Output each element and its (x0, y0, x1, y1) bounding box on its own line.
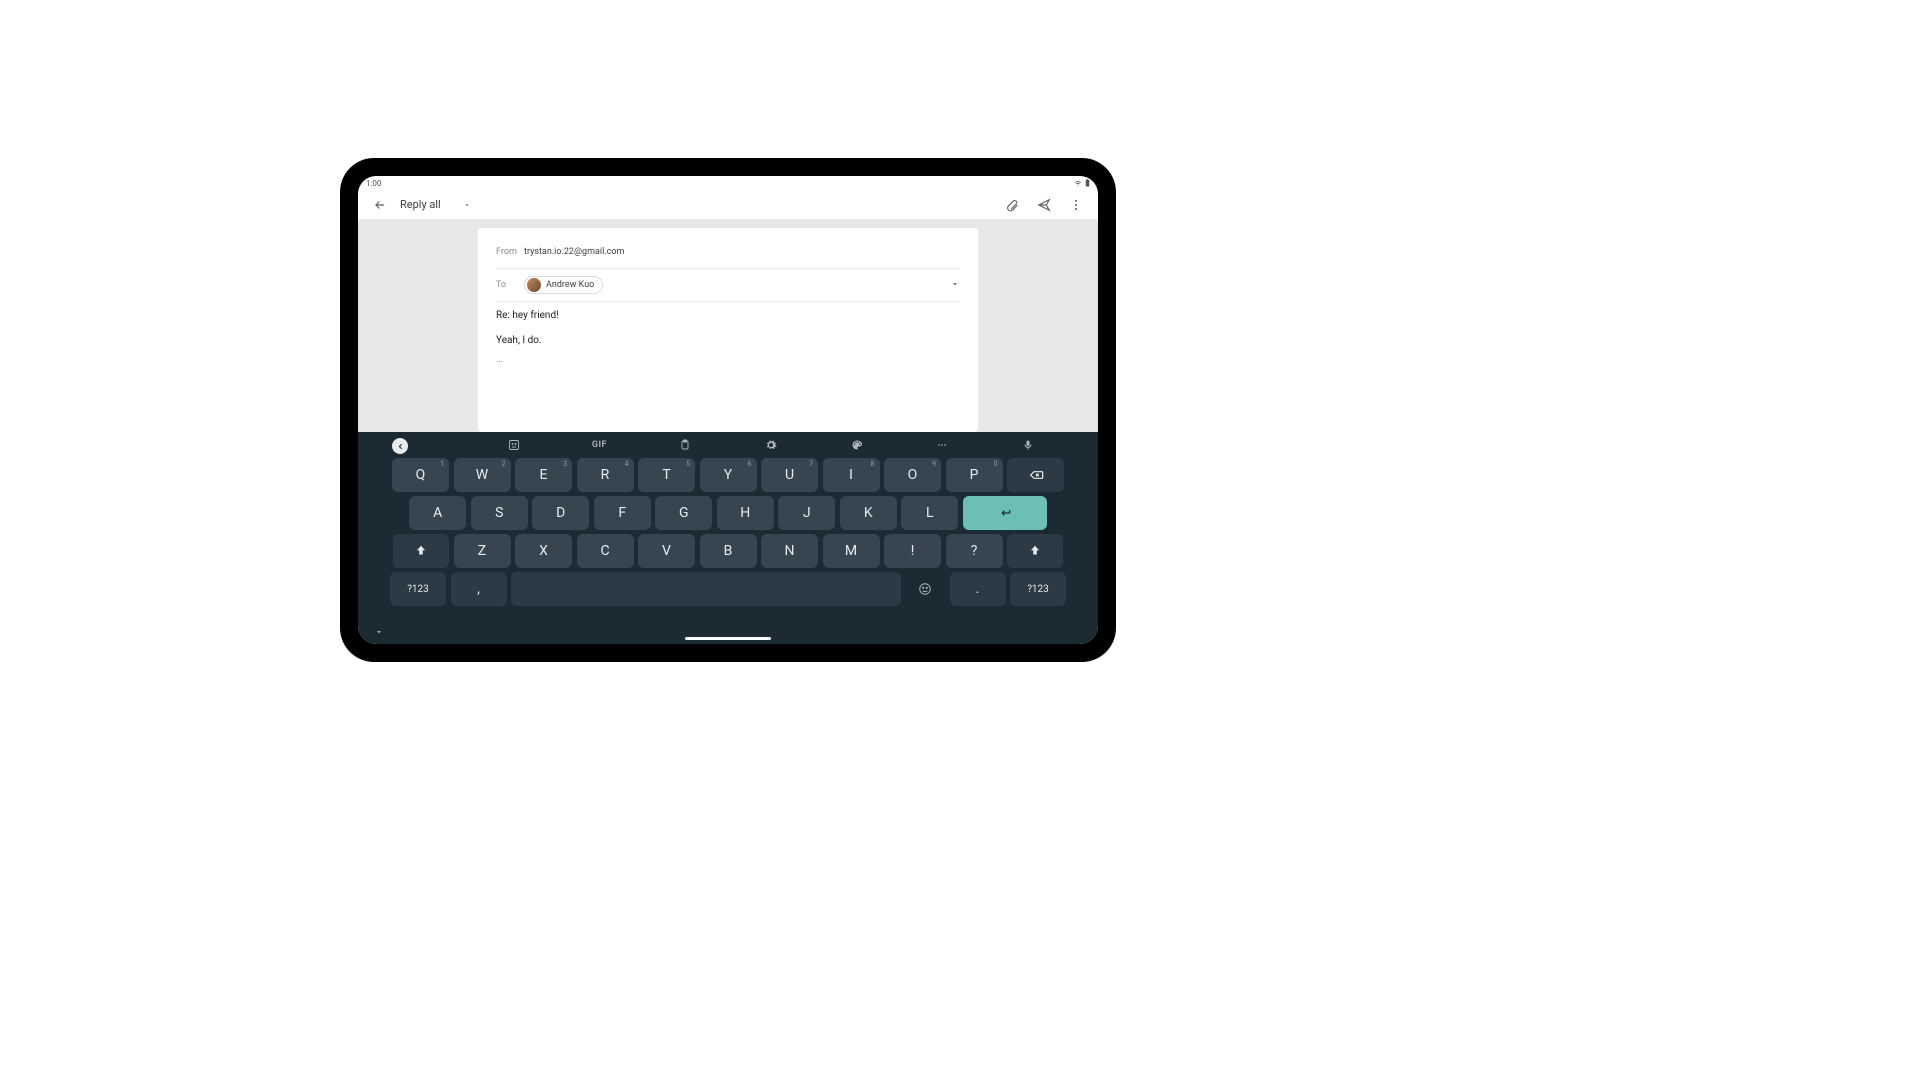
from-label: From (496, 247, 524, 257)
key-k[interactable]: K (840, 496, 897, 530)
key-w[interactable]: W2 (454, 458, 511, 492)
keyboard-row-2: ASDFGHJKL (390, 496, 1066, 530)
microphone-icon[interactable] (992, 439, 1064, 451)
gif-button[interactable]: GIF (563, 440, 635, 450)
key-m[interactable]: M (823, 534, 880, 568)
wifi-icon (1074, 179, 1082, 187)
from-value: trystan.io.22@gmail.com (524, 247, 624, 257)
keyboard-row-3: ZXCVBNM!? (390, 534, 1066, 568)
divider (496, 268, 960, 269)
keyboard-row-4: ?123 , . ?123 (390, 572, 1066, 606)
send-icon[interactable] (1032, 193, 1056, 217)
space-key[interactable] (511, 572, 901, 606)
status-icons (1074, 179, 1090, 187)
enter-key[interactable] (963, 496, 1047, 530)
key-h[interactable]: H (717, 496, 774, 530)
email-body[interactable]: Yeah, I do. (496, 325, 960, 346)
keyboard-toolbar: GIF (358, 432, 1098, 458)
divider (496, 301, 960, 302)
key-q[interactable]: Q1 (392, 458, 449, 492)
app-bar: Reply all (358, 190, 1098, 220)
expand-recipients-icon[interactable] (950, 279, 960, 292)
comma-key[interactable]: , (451, 572, 507, 606)
key-v[interactable]: V (638, 534, 695, 568)
settings-icon[interactable] (735, 439, 807, 451)
on-screen-keyboard: GIF Q1W2E3R4T5Y6U7I8O9P0 (358, 432, 1098, 644)
keyboard-keys: Q1W2E3R4T5Y6U7I8O9P0 ASDFGHJKL ZXCVBNM!?… (358, 458, 1098, 644)
symbols-key[interactable]: ?123 (390, 572, 446, 606)
status-time: 1:00 (366, 179, 381, 188)
key-p[interactable]: P0 (946, 458, 1003, 492)
symbols-key-right[interactable]: ?123 (1010, 572, 1066, 606)
compose-mode-title[interactable]: Reply all (400, 198, 441, 211)
key-x[interactable]: X (515, 534, 572, 568)
key-z[interactable]: Z (454, 534, 511, 568)
key-question[interactable]: ? (946, 534, 1003, 568)
show-quoted-text[interactable]: … (496, 346, 960, 365)
more-icon[interactable] (1064, 193, 1088, 217)
to-row[interactable]: To Andrew Kuo (496, 273, 960, 297)
emoji-key[interactable] (905, 572, 945, 606)
keyboard-collapse-toolbar-icon[interactable] (392, 438, 408, 454)
keyboard-hide-icon[interactable] (374, 627, 384, 640)
avatar (527, 278, 541, 292)
key-r[interactable]: R4 (577, 458, 634, 492)
key-t[interactable]: T5 (638, 458, 695, 492)
subject-field[interactable]: Re: hey friend! (496, 306, 960, 325)
status-bar: 1:00 (358, 176, 1098, 190)
key-y[interactable]: Y6 (700, 458, 757, 492)
key-l[interactable]: L (901, 496, 958, 530)
attach-icon[interactable] (1000, 193, 1024, 217)
compose-area: From trystan.io.22@gmail.com To Andrew K… (358, 220, 1098, 432)
from-row[interactable]: From trystan.io.22@gmail.com (496, 240, 960, 264)
key-exclaim[interactable]: ! (884, 534, 941, 568)
key-d[interactable]: D (532, 496, 589, 530)
key-o[interactable]: O9 (884, 458, 941, 492)
recipient-name: Andrew Kuo (546, 280, 594, 290)
key-i[interactable]: I8 (823, 458, 880, 492)
key-n[interactable]: N (761, 534, 818, 568)
key-f[interactable]: F (594, 496, 651, 530)
to-label: To (496, 280, 524, 290)
backspace-key[interactable] (1007, 458, 1064, 492)
period-key[interactable]: . (950, 572, 1006, 606)
recipient-chip[interactable]: Andrew Kuo (524, 276, 603, 294)
key-c[interactable]: C (577, 534, 634, 568)
theme-icon[interactable] (821, 439, 893, 451)
shift-key-right[interactable] (1007, 534, 1063, 568)
more-tools-icon[interactable] (906, 439, 978, 451)
key-a[interactable]: A (409, 496, 466, 530)
key-e[interactable]: E3 (515, 458, 572, 492)
battery-icon (1085, 179, 1090, 187)
shift-key-left[interactable] (393, 534, 449, 568)
back-icon[interactable] (368, 193, 392, 217)
tablet-frame: 1:00 Reply all (340, 158, 1116, 662)
tablet-screen: 1:00 Reply all (358, 176, 1098, 644)
key-b[interactable]: B (700, 534, 757, 568)
keyboard-row-1: Q1W2E3R4T5Y6U7I8O9P0 (390, 458, 1066, 492)
sticker-icon[interactable] (478, 439, 550, 451)
compose-card: From trystan.io.22@gmail.com To Andrew K… (478, 228, 978, 432)
key-j[interactable]: J (778, 496, 835, 530)
clipboard-icon[interactable] (649, 439, 721, 451)
navigation-handle[interactable] (685, 637, 771, 640)
key-s[interactable]: S (471, 496, 528, 530)
key-g[interactable]: G (655, 496, 712, 530)
key-u[interactable]: U7 (761, 458, 818, 492)
compose-mode-dropdown-icon[interactable] (455, 193, 479, 217)
